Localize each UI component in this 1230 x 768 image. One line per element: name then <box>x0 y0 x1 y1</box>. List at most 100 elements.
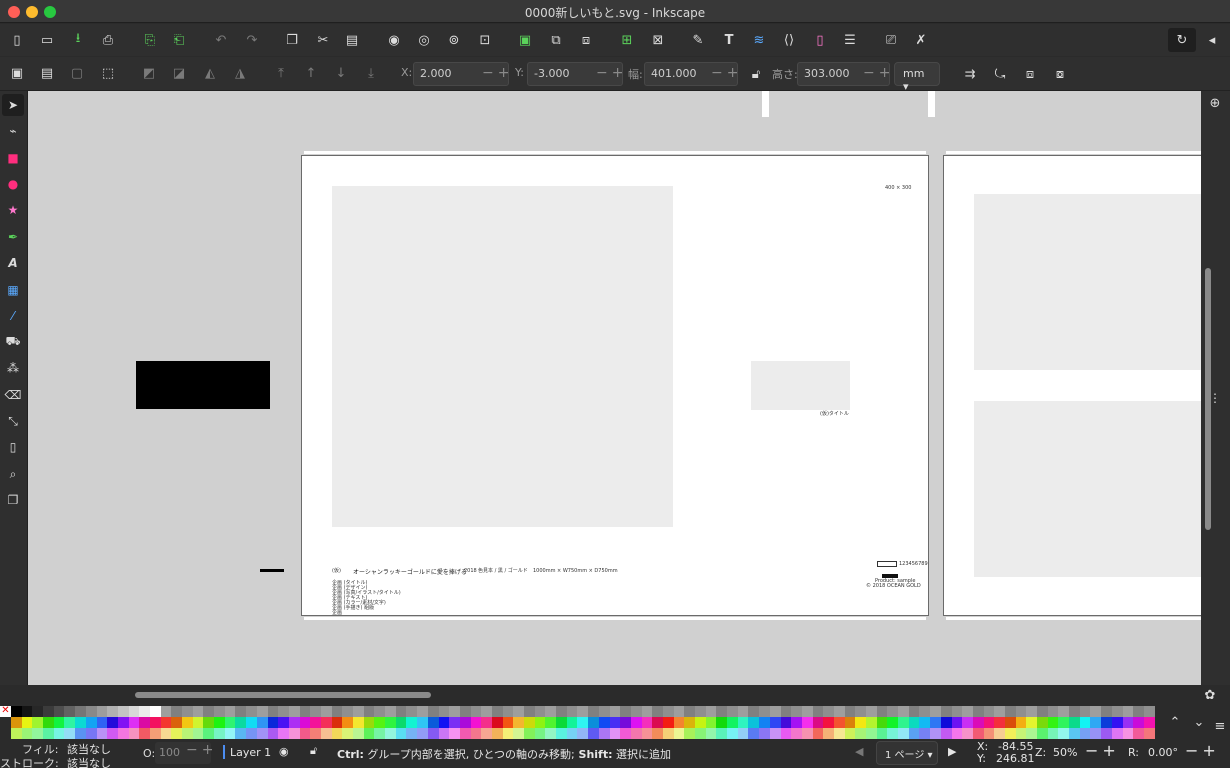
paste-icon[interactable]: ▤ <box>340 28 364 52</box>
page-select[interactable]: 1 ページ ▾ <box>876 741 938 765</box>
color-swatch[interactable] <box>235 728 247 739</box>
color-swatch[interactable] <box>224 728 236 739</box>
color-swatch[interactable] <box>53 706 65 717</box>
color-swatch[interactable] <box>192 717 204 728</box>
lower-icon[interactable]: ↓ <box>329 61 353 85</box>
color-swatch[interactable] <box>630 706 642 717</box>
color-swatch[interactable] <box>780 728 792 739</box>
color-swatch[interactable] <box>21 728 33 739</box>
cut-icon[interactable]: ✂ <box>311 28 335 52</box>
color-swatch[interactable] <box>481 717 492 728</box>
color-swatch[interactable] <box>801 706 813 717</box>
color-swatch[interactable] <box>192 728 204 739</box>
color-swatch[interactable] <box>75 717 86 728</box>
color-swatch[interactable] <box>1090 728 1102 739</box>
color-swatch[interactable] <box>962 728 973 739</box>
color-swatch[interactable] <box>85 706 97 717</box>
color-swatch[interactable] <box>459 728 471 739</box>
color-swatch[interactable] <box>299 728 311 739</box>
color-swatch[interactable] <box>1004 728 1016 739</box>
image-placeholder[interactable] <box>974 194 1201 370</box>
color-swatch[interactable] <box>182 717 193 728</box>
color-swatch[interactable] <box>21 706 33 717</box>
color-swatch[interactable] <box>534 728 546 739</box>
color-swatch[interactable] <box>470 717 482 728</box>
color-swatch[interactable] <box>278 717 289 728</box>
color-swatch[interactable] <box>876 717 888 728</box>
color-swatch[interactable] <box>919 728 931 739</box>
color-swatch[interactable] <box>1015 728 1027 739</box>
color-swatch[interactable] <box>972 728 984 739</box>
color-swatch[interactable] <box>117 728 129 739</box>
group-icon[interactable]: ⊞ <box>615 28 639 52</box>
color-swatch[interactable] <box>417 728 428 739</box>
color-swatch[interactable] <box>491 706 503 717</box>
color-swatch[interactable] <box>630 728 642 739</box>
color-swatch[interactable] <box>299 706 311 717</box>
color-swatch[interactable] <box>224 706 236 717</box>
color-swatch[interactable] <box>353 728 364 739</box>
color-swatch[interactable] <box>96 728 108 739</box>
image-placeholder[interactable] <box>332 186 673 527</box>
paint-bucket-tool-icon[interactable]: ⛟ <box>2 331 24 353</box>
import-icon[interactable]: ⎘ <box>138 28 162 52</box>
color-swatch[interactable] <box>598 706 610 717</box>
rotate-value[interactable]: 0.00° <box>1148 746 1178 759</box>
spray-tool-icon[interactable]: ⁂ <box>2 357 24 379</box>
color-swatch[interactable] <box>652 728 663 739</box>
color-swatch[interactable] <box>1111 728 1123 739</box>
next-page-icon[interactable]: ▶ <box>948 745 956 758</box>
zoom-stepper[interactable]: −+ <box>1085 741 1120 760</box>
color-swatch[interactable] <box>556 717 567 728</box>
color-swatch[interactable] <box>1026 706 1037 717</box>
color-swatch[interactable] <box>449 717 460 728</box>
rotate-stepper[interactable]: −+ <box>1185 741 1220 760</box>
color-swatch[interactable] <box>246 717 257 728</box>
opacity-stepper[interactable]: −+ <box>186 742 217 758</box>
color-swatch[interactable] <box>256 728 268 739</box>
color-swatch[interactable] <box>652 706 663 717</box>
color-swatch[interactable] <box>224 717 236 728</box>
color-swatch[interactable] <box>855 728 866 739</box>
undo-icon[interactable]: ↶ <box>209 28 233 52</box>
color-swatch[interactable] <box>246 706 257 717</box>
color-swatch[interactable] <box>182 728 193 739</box>
color-swatch[interactable] <box>427 717 439 728</box>
color-swatch[interactable] <box>171 728 182 739</box>
stroke-value[interactable]: 該当なし <box>67 755 111 768</box>
flip-horizontal-icon[interactable]: ◭ <box>198 61 222 85</box>
previous-page-icon[interactable]: ◀ <box>855 745 863 758</box>
color-swatch[interactable] <box>427 706 439 717</box>
color-swatch[interactable] <box>769 717 781 728</box>
color-swatch[interactable] <box>374 706 386 717</box>
color-swatch[interactable] <box>641 706 653 717</box>
color-swatch[interactable] <box>780 706 792 717</box>
color-swatch[interactable] <box>1133 728 1144 739</box>
color-swatch[interactable] <box>331 717 343 728</box>
color-swatch[interactable] <box>502 717 514 728</box>
fill-stroke-icon[interactable]: ✎ <box>686 28 710 52</box>
color-swatch[interactable] <box>117 706 129 717</box>
color-swatch[interactable] <box>598 717 610 728</box>
palette-swatches[interactable] <box>11 706 1155 739</box>
color-swatch[interactable] <box>759 728 770 739</box>
layers-icon[interactable]: ≋ <box>747 28 771 52</box>
color-swatch[interactable] <box>652 717 663 728</box>
zoom-tool-icon[interactable]: ⌕ <box>2 463 24 485</box>
color-swatch[interactable] <box>716 717 728 728</box>
color-swatch[interactable] <box>32 706 44 717</box>
zoom-selection-icon[interactable]: ◉ <box>382 28 406 52</box>
color-swatch[interactable] <box>769 728 781 739</box>
color-swatch[interactable] <box>930 728 941 739</box>
color-swatch[interactable] <box>470 728 482 739</box>
color-swatch[interactable] <box>1111 706 1123 717</box>
color-swatch[interactable] <box>844 728 856 739</box>
color-swatch[interactable] <box>502 728 514 739</box>
color-swatch[interactable] <box>438 706 450 717</box>
color-swatch[interactable] <box>695 728 706 739</box>
color-swatch[interactable] <box>684 728 695 739</box>
color-swatch[interactable] <box>855 706 866 717</box>
canvas[interactable]: (仮)タイトル 400 × 300 (仮) オーシャンラッキーゴールドに愛を捧げ… <box>28 91 1201 685</box>
color-swatch[interactable] <box>545 706 557 717</box>
color-swatch[interactable] <box>684 717 695 728</box>
